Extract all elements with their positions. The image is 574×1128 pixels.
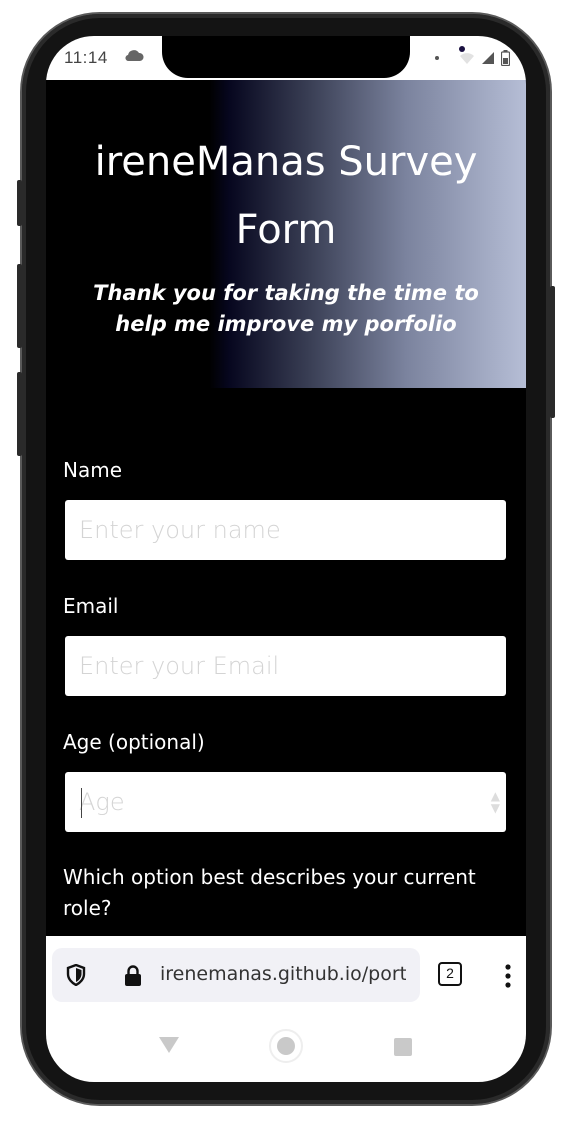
url-text[interactable]: irenemanas.github.io/portfolio [160,963,406,985]
camera-notch [162,36,465,78]
tab-count-button[interactable]: 2 [438,962,462,986]
text-cursor [81,788,82,818]
system-nav-bar [46,1014,526,1082]
age-field: ▲▼ [65,772,506,832]
page-subtitle: Thank you for taking the time to help me… [93,281,479,336]
survey-form: Name Email Age (optional) ▲▼ Which optio… [63,456,507,924]
role-question: Which option best describes your current… [63,865,476,920]
name-label: Name [63,458,123,482]
page-title: ireneManas Survey Form [94,139,478,253]
browser-toolbar: irenemanas.github.io/portfolio 2 [46,936,526,1014]
survey-header: ireneManas Survey Form Thank you for tak… [46,80,526,388]
phone-screen: 11:14 ireneManas Survey Form Thank you f… [46,36,526,1082]
shield-icon[interactable] [66,964,86,986]
wifi-icon [460,53,474,64]
age-label: Age (optional) [63,730,205,754]
status-time: 11:14 [64,48,108,67]
more-menu-icon[interactable] [504,964,512,988]
status-icons [435,50,510,66]
name-input[interactable] [65,500,506,560]
volume-down-button [17,372,22,456]
cloud-icon [125,50,144,62]
home-nav-icon[interactable] [268,1028,304,1064]
battery-icon [501,50,510,66]
recents-nav-icon[interactable] [394,1038,412,1056]
back-nav-icon[interactable] [158,1036,180,1054]
email-label: Email [63,594,119,618]
lock-icon[interactable] [124,964,142,986]
age-input[interactable] [65,772,506,832]
power-button [550,286,555,418]
notification-dot-icon [435,56,439,60]
silent-switch [17,180,22,226]
signal-icon [482,52,494,64]
email-input[interactable] [65,636,506,696]
front-camera [459,46,465,52]
volume-up-button [17,264,22,348]
number-spinner-icon[interactable]: ▲ ▼ [491,790,500,814]
